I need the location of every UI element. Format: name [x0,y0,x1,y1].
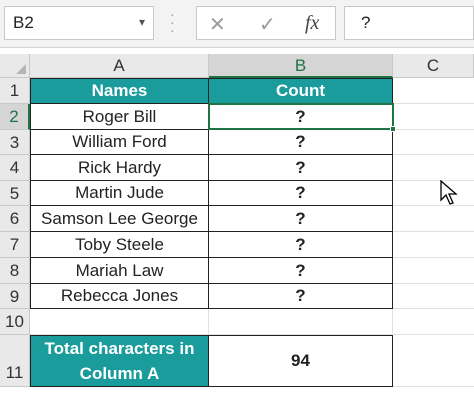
name-cell[interactable]: Rebecca Jones [30,284,209,309]
chevron-down-icon[interactable]: ▾ [139,15,145,29]
fill-handle[interactable] [390,126,396,132]
row-header-5[interactable]: 5 [0,181,30,206]
name-cell[interactable]: Roger Bill [30,104,209,130]
row-header-3[interactable]: 3 [0,130,30,155]
column-header-b[interactable]: B [209,54,393,78]
formula-input[interactable]: ? [344,6,474,40]
count-cell[interactable]: ? [209,206,393,232]
name-cell[interactable]: Toby Steele [30,232,209,258]
row-header-6[interactable]: 6 [0,206,30,232]
insert-function-icon[interactable]: fx [305,12,319,35]
select-all-button[interactable] [0,54,30,78]
table-header-count[interactable]: Count [209,78,393,104]
row-header-7[interactable]: 7 [0,232,30,258]
drag-handle-icon[interactable]: · · · [170,7,175,37]
count-cell[interactable]: ? [209,155,393,181]
column-header-c[interactable]: C [393,54,474,78]
table-header-names[interactable]: Names [30,78,209,104]
row-header-4[interactable]: 4 [0,155,30,181]
active-cell-border [208,103,394,130]
count-cell[interactable]: ? [209,284,393,309]
formula-text: ? [361,13,371,32]
name-box[interactable]: B2 ▾ [4,6,154,40]
cancel-icon[interactable]: ✕ [209,12,226,37]
row-header-9[interactable]: 9 [0,284,30,309]
count-cell[interactable]: ? [209,258,393,284]
count-cell[interactable]: ? [209,232,393,258]
row-header-11[interactable]: 11 [0,335,30,387]
name-box-value: B2 [13,13,34,32]
name-cell[interactable]: Samson Lee George [30,206,209,232]
name-cell[interactable]: Rick Hardy [30,155,209,181]
total-value-cell[interactable]: 94 [209,335,393,387]
enter-icon[interactable]: ✓ [259,12,276,37]
count-cell[interactable]: ? [209,130,393,155]
count-cell[interactable]: ? [209,181,393,206]
name-cell[interactable]: William Ford [30,130,209,155]
row-header-1[interactable]: 1 [0,78,30,104]
name-cell[interactable]: Martin Jude [30,181,209,206]
row-header-2[interactable]: 2 [0,104,30,130]
cursor-icon [440,180,458,205]
row-header-10[interactable]: 10 [0,309,30,335]
row-header-8[interactable]: 8 [0,258,30,284]
total-label-cell[interactable]: Total characters in Column A [30,335,209,387]
name-cell[interactable]: Mariah Law [30,258,209,284]
column-header-a[interactable]: A [30,54,209,78]
formula-buttons: ✕ ✓ fx [196,6,336,40]
formula-bar: B2 ▾ · · · ✕ ✓ fx ? [0,0,474,48]
